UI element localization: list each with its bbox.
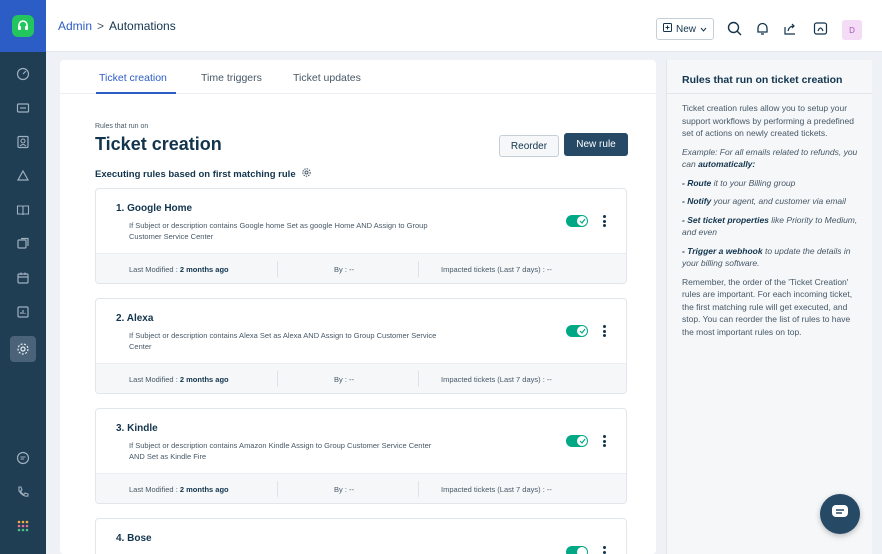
admin-settings-icon[interactable] (10, 336, 36, 362)
more-options-icon[interactable] (602, 325, 606, 337)
breadcrumb-admin-link[interactable]: Admin (58, 19, 92, 33)
impacted-tickets: Impacted tickets (Last 7 days) : -- (441, 265, 552, 274)
contacts-icon[interactable] (13, 132, 33, 152)
more-options-icon[interactable] (602, 546, 606, 554)
new-button-label: New (676, 23, 697, 35)
last-modified: Last Modified : 2 months ago (129, 265, 229, 274)
help-intro: Ticket creation rules allow you to setup… (682, 103, 854, 138)
rule-enabled-toggle[interactable] (566, 215, 588, 227)
settings-gear-icon[interactable] (301, 168, 311, 180)
breadcrumb: Admin > Automations (58, 19, 176, 33)
avatar[interactable]: D (842, 20, 862, 40)
rule-description: If Subject or description contains Googl… (129, 221, 428, 241)
help-bullet-properties: - Set ticket properties like Priority to… (682, 214, 858, 238)
page-title: Ticket creation (95, 134, 222, 154)
help-bullet-route: - Route it to your Billing group (682, 177, 796, 188)
rule-name[interactable]: 2. Alexa (116, 313, 153, 324)
rule-description: If Subject or description contains Alexa… (129, 331, 437, 351)
more-options-icon[interactable] (602, 435, 606, 447)
main-panel: Ticket creation Time triggers Ticket upd… (60, 60, 656, 554)
chevron-down-icon (700, 24, 707, 35)
chat-icon[interactable] (13, 448, 33, 468)
rule-enabled-toggle[interactable] (566, 546, 588, 554)
new-button[interactable]: New (656, 18, 715, 40)
modified-by: By : -- (334, 375, 354, 384)
breadcrumb-separator: > (97, 19, 105, 33)
help-header: Rules that run on ticket creation (667, 60, 872, 94)
help-title: Rules that run on ticket creation (682, 74, 843, 86)
bell-icon[interactable] (754, 20, 770, 36)
execution-mode-label: Executing rules based on first matching … (95, 168, 311, 180)
phone-icon[interactable] (13, 482, 33, 502)
reorder-button[interactable]: Reorder (499, 135, 559, 157)
rule-footer: Last Modified : 2 months ago By : -- Imp… (96, 473, 626, 503)
rule-enabled-toggle[interactable] (566, 325, 588, 337)
rule-footer: Last Modified : 2 months ago By : -- Imp… (96, 253, 626, 283)
help-bullet-webhook: - Trigger a webhook to update the detail… (682, 245, 851, 269)
rule-card[interactable]: 3. Kindle If Subject or description cont… (95, 408, 627, 504)
more-options-icon[interactable] (602, 215, 606, 227)
rule-name[interactable]: 3. Kindle (116, 423, 158, 434)
social-icon[interactable] (13, 268, 33, 288)
copilot-icon[interactable] (812, 20, 828, 36)
rule-name[interactable]: 1. Google Home (116, 203, 192, 214)
breadcrumb-current: Automations (109, 19, 176, 33)
impacted-tickets: Impacted tickets (Last 7 days) : -- (441, 485, 552, 494)
tickets-icon[interactable] (13, 98, 33, 118)
reports-icon[interactable] (13, 302, 33, 322)
modified-by: By : -- (334, 265, 354, 274)
apps-grid-icon[interactable] (13, 516, 33, 536)
page-pre-title: Rules that run on (95, 123, 149, 130)
tab-time-triggers[interactable]: Time triggers (201, 72, 262, 84)
rule-name[interactable]: 4. Bose (116, 533, 152, 544)
impacted-tickets: Impacted tickets (Last 7 days) : -- (441, 375, 552, 384)
share-icon[interactable] (782, 20, 798, 36)
rule-card[interactable]: 1. Google Home If Subject or description… (95, 188, 627, 284)
rule-card[interactable]: 4. Bose (95, 518, 627, 554)
tab-ticket-updates[interactable]: Ticket updates (293, 72, 361, 84)
search-icon[interactable] (726, 20, 742, 36)
plus-square-icon (663, 23, 672, 35)
chat-bubble-icon (831, 504, 849, 525)
chat-widget-button[interactable] (820, 494, 860, 534)
rule-footer: Last Modified : 2 months ago By : -- Imp… (96, 363, 626, 393)
forums-icon[interactable] (13, 234, 33, 254)
last-modified: Last Modified : 2 months ago (129, 375, 229, 384)
modified-by: By : -- (334, 485, 354, 494)
knowledge-base-icon[interactable] (13, 200, 33, 220)
active-tab-indicator (96, 92, 176, 94)
tab-bar: Ticket creation Time triggers Ticket upd… (60, 60, 656, 94)
help-closing: Remember, the order of the 'Ticket Creat… (682, 276, 853, 337)
rule-description: If Subject or description contains Amazo… (129, 441, 432, 461)
help-panel: Rules that run on ticket creation Ticket… (666, 60, 872, 554)
rule-enabled-toggle[interactable] (566, 435, 588, 447)
rule-card[interactable]: 2. Alexa If Subject or description conta… (95, 298, 627, 394)
execution-mode-text: Executing rules based on first matching … (95, 168, 296, 180)
help-example: Example: For all emails related to refun… (682, 146, 858, 170)
app-logo[interactable] (0, 0, 46, 52)
groups-icon[interactable] (13, 166, 33, 186)
headset-logo-icon (12, 15, 34, 37)
help-bullet-notify: - Notify your agent, and customer via em… (682, 196, 846, 206)
top-bar: Admin > Automations New D (46, 0, 882, 52)
left-nav (0, 0, 46, 554)
new-rule-button[interactable]: New rule (564, 133, 628, 156)
tab-ticket-creation[interactable]: Ticket creation (99, 72, 167, 84)
last-modified: Last Modified : 2 months ago (129, 485, 229, 494)
dashboard-icon[interactable] (13, 64, 33, 84)
help-body: Ticket creation rules allow you to setup… (682, 102, 862, 344)
